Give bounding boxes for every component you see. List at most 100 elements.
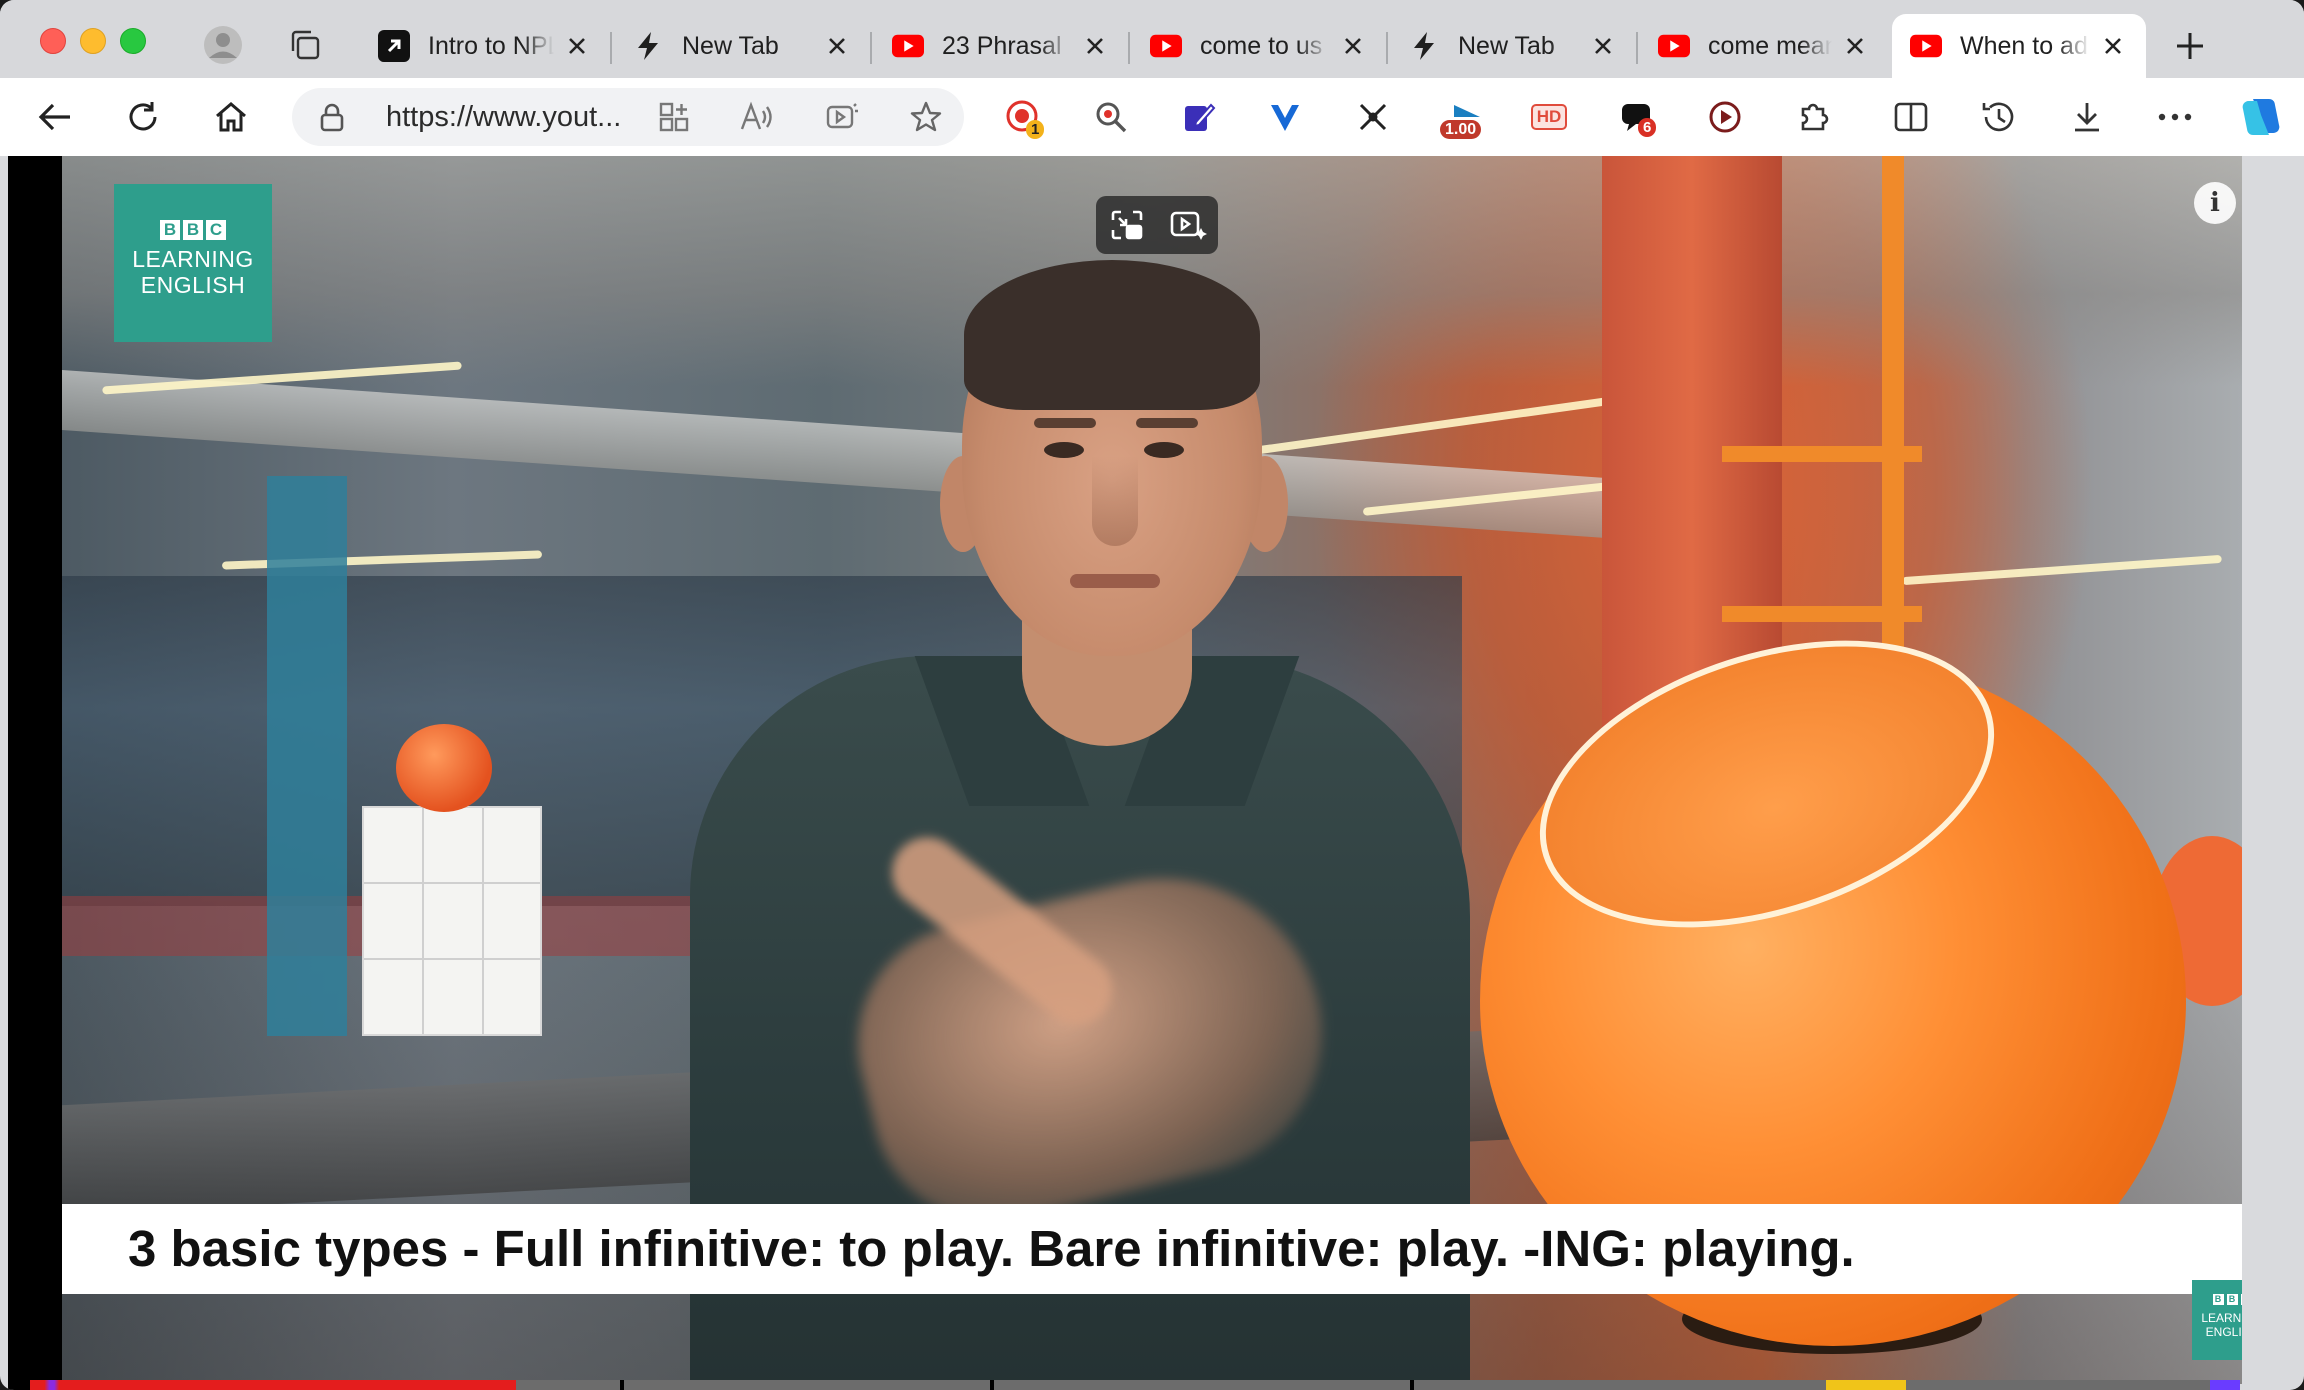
puzzle-piece-icon	[1801, 103, 1829, 131]
more-menu-button[interactable]	[2150, 92, 2200, 142]
close-icon[interactable]	[1840, 31, 1870, 61]
window-minimize-button[interactable]	[80, 28, 106, 54]
video-progress-bar[interactable]	[30, 1380, 2240, 1390]
tab-new-tab-2[interactable]: New Tab	[1390, 14, 1636, 78]
tab-title: come mean	[1708, 31, 1832, 60]
lock-icon	[318, 102, 346, 137]
app-available-icon[interactable]	[654, 97, 694, 137]
lightning-icon	[632, 30, 664, 62]
presenter-hair	[964, 260, 1260, 410]
favorite-star-icon[interactable]	[906, 97, 946, 137]
tab-title: 23 Phrasal	[942, 31, 1062, 60]
bbc-block: B	[2226, 1294, 2238, 1305]
window-maximize-button[interactable]	[120, 28, 146, 54]
presenter-nose	[1092, 456, 1138, 546]
close-icon[interactable]	[1588, 31, 1618, 61]
presenter-brow	[1136, 418, 1198, 428]
bbc-blocks: B B C	[114, 220, 272, 240]
extension-badge: 1.00	[1440, 120, 1482, 139]
tab-divider	[610, 32, 612, 64]
extension-badge: 6	[1638, 118, 1657, 137]
history-clock-icon	[1982, 102, 2014, 132]
messenger-extension[interactable]: 6	[1612, 92, 1662, 142]
address-bar[interactable]: https://www.yout...	[292, 88, 964, 146]
split-screen-button[interactable]	[1886, 92, 1936, 142]
home-button[interactable]	[206, 92, 256, 142]
search-capture-extension[interactable]	[1086, 92, 1136, 142]
pen-edit-icon	[1185, 103, 1216, 131]
tab-come-mean[interactable]: come mean	[1640, 14, 1888, 78]
bbc-watermark: B B C LEARNING ENGLISH	[2192, 1280, 2242, 1360]
notes-extension[interactable]	[1174, 92, 1224, 142]
youtube-icon	[892, 30, 924, 62]
browser-window: Intro to NPL New Tab 23 Phrasal come to …	[0, 0, 2304, 1390]
video-player[interactable]: B B C LEARNING ENGLISH i 3 basic types -…	[62, 156, 2242, 1384]
download-icon	[2075, 103, 2099, 132]
history-button[interactable]	[1974, 92, 2024, 142]
arrow-up-right-icon	[378, 30, 410, 62]
close-icon[interactable]	[562, 31, 592, 61]
reload-button[interactable]	[118, 92, 168, 142]
downloads-button[interactable]	[2062, 92, 2112, 142]
tab-come-to-us[interactable]: come to us	[1132, 14, 1386, 78]
tab-divider	[870, 32, 872, 64]
copilot-button[interactable]	[2236, 92, 2286, 142]
home-icon	[216, 102, 246, 132]
workspaces-button[interactable]	[282, 22, 328, 68]
subtitle-text: 3 basic types - Full infinitive: to play…	[128, 1220, 1855, 1277]
picture-in-picture-button[interactable]	[1103, 201, 1151, 249]
read-aloud-icon[interactable]	[736, 97, 776, 137]
new-tab-button[interactable]	[2166, 22, 2214, 70]
video-info-button[interactable]: i	[2194, 182, 2236, 224]
close-icon[interactable]	[2098, 31, 2128, 61]
play-circle-icon	[1709, 101, 1741, 133]
video-speed-extension[interactable]	[1700, 92, 1750, 142]
shield-y-icon	[1271, 105, 1299, 131]
close-icon[interactable]	[822, 31, 852, 61]
logo-line-2: ENGLISH	[140, 272, 246, 298]
tab-strip: Intro to NPL New Tab 23 Phrasal come to …	[0, 0, 2304, 78]
tab-title: When to ad	[1960, 31, 2088, 60]
bbc-blocks: B B C	[2192, 1294, 2242, 1305]
tab-title: New Tab	[682, 31, 779, 60]
workspaces-icon	[291, 30, 320, 60]
tab-new-tab[interactable]: New Tab	[614, 14, 870, 78]
bbc-block: C	[2240, 1294, 2242, 1305]
video-sparkle-icon	[1170, 211, 1207, 240]
cross-arrows-icon	[1359, 103, 1387, 131]
toolbar: https://www.yout... 1 1.00 HD 6	[0, 78, 2304, 214]
youtube-icon	[1910, 30, 1942, 62]
youtube-icon	[1658, 30, 1690, 62]
video-assist-button[interactable]	[1164, 201, 1212, 249]
presenter-eye	[1144, 442, 1184, 458]
extension-badge: 1	[1026, 120, 1045, 139]
pip-exit-icon	[1111, 210, 1142, 240]
presenter-brow	[1034, 418, 1096, 428]
reload-icon	[129, 102, 157, 131]
close-icon[interactable]	[1080, 31, 1110, 61]
automation-extension[interactable]	[1348, 92, 1398, 142]
tab-title: New Tab	[1458, 31, 1555, 60]
extensions-button[interactable]	[1788, 92, 1838, 142]
video-assist-icon[interactable]	[822, 97, 862, 137]
close-icon[interactable]	[1338, 31, 1368, 61]
ellipsis-icon	[2158, 113, 2192, 121]
tab-23-phrasal[interactable]: 23 Phrasal	[874, 14, 1128, 78]
url-text[interactable]: https://www.yout...	[386, 88, 636, 146]
back-arrow-icon	[38, 103, 70, 131]
back-button[interactable]	[30, 92, 80, 142]
screen-recorder-extension[interactable]: 1	[998, 92, 1048, 142]
chapter-marker	[1410, 1380, 1414, 1390]
tab-when-to-ad[interactable]: When to ad	[1892, 14, 2146, 78]
playback-speed-extension[interactable]: 1.00	[1436, 92, 1500, 142]
presenter-eye	[1044, 442, 1084, 458]
profile-button[interactable]	[200, 22, 246, 68]
bbc-block: B	[2212, 1294, 2224, 1305]
window-close-button[interactable]	[40, 28, 66, 54]
lightning-icon	[1408, 30, 1440, 62]
progress-highlight-segment	[2210, 1380, 2240, 1390]
hd-extension[interactable]: HD	[1524, 92, 1574, 142]
shield-extension[interactable]	[1260, 92, 1310, 142]
bbc-block: B	[183, 220, 203, 240]
tab-intro-to-npl[interactable]: Intro to NPL	[360, 14, 610, 78]
